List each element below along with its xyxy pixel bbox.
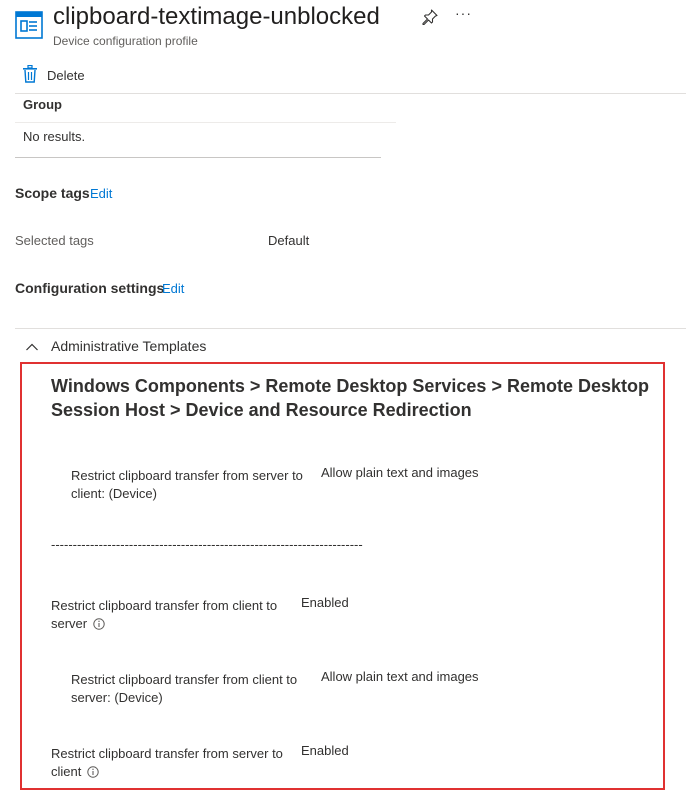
setting-label-client-to-server-device: Restrict clipboard transfer from client … — [71, 672, 298, 705]
page-title: clipboard-textimage-unblocked — [53, 3, 380, 30]
configuration-settings-edit-link[interactable]: Edit — [162, 281, 184, 296]
delete-button[interactable]: Delete — [22, 64, 85, 88]
group-table-bottom-divider — [15, 157, 381, 158]
separator-line: ----------------------------------------… — [51, 537, 363, 552]
setting-path-heading: Windows Components > Remote Desktop Serv… — [51, 376, 649, 420]
highlight-box — [20, 362, 665, 790]
pin-icon[interactable] — [421, 8, 439, 26]
setting-value-server-to-client: Enabled — [301, 743, 349, 758]
scope-tags-heading: Scope tags — [15, 185, 90, 201]
setting-value-server-to-client-device: Allow plain text and images — [321, 465, 479, 480]
configuration-settings-heading: Configuration settings — [15, 280, 165, 296]
chevron-up-icon[interactable] — [25, 340, 39, 352]
group-column-header: Group — [23, 97, 62, 112]
more-options-button[interactable]: ··· — [455, 5, 471, 21]
info-icon[interactable] — [93, 617, 105, 630]
administrative-templates-accordion[interactable]: Administrative Templates — [51, 338, 206, 354]
group-empty-text: No results. — [23, 129, 86, 144]
command-bar-divider — [15, 93, 686, 94]
setting-label-server-to-client-text: Restrict clipboard transfer from server … — [51, 746, 283, 779]
selected-tags-label: Selected tags — [15, 233, 94, 248]
setting-label-server-to-client: Restrict clipboard transfer from server … — [51, 745, 291, 780]
setting-value-client-to-server: Enabled — [301, 595, 349, 610]
delete-button-label: Delete — [47, 68, 85, 83]
setting-label-client-to-server-text: Restrict clipboard transfer from client … — [51, 598, 278, 631]
page-subtitle: Device configuration profile — [53, 34, 198, 48]
setting-label-client-to-server: Restrict clipboard transfer from client … — [51, 597, 291, 632]
trash-icon — [22, 64, 38, 88]
group-table-divider — [15, 122, 396, 123]
setting-value-client-to-server-device: Allow plain text and images — [321, 669, 479, 684]
selected-tags-value: Default — [268, 233, 310, 248]
setting-label-server-to-client-device: Restrict clipboard transfer from server … — [71, 468, 303, 501]
device-configuration-icon — [15, 11, 43, 39]
configuration-divider — [15, 328, 686, 329]
info-icon[interactable] — [87, 765, 100, 778]
scope-tags-edit-link[interactable]: Edit — [90, 186, 112, 201]
